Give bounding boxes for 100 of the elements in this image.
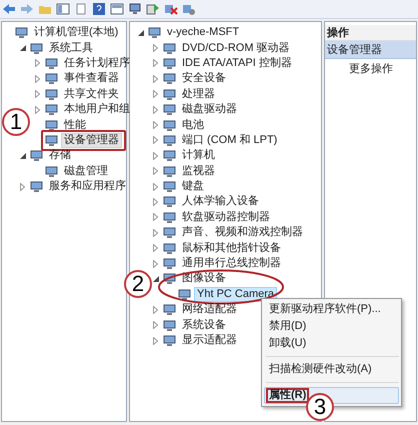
uninstall-icon[interactable] (182, 3, 196, 15)
tree-item[interactable]: 鼠标和其他指针设备 (179, 240, 284, 256)
tree-item[interactable]: 设备管理器 (61, 132, 122, 148)
tree-item[interactable]: 人体学输入设备 (179, 194, 262, 210)
tree-item[interactable]: 计算机 (179, 148, 218, 164)
monitor-icon (163, 42, 176, 55)
tree-item[interactable]: 网络适配器 (179, 302, 240, 318)
expanded-arrow-icon[interactable] (138, 30, 144, 36)
collapsed-arrow-icon[interactable] (153, 228, 158, 237)
tree-item[interactable]: 处理器 (179, 86, 218, 102)
monitor-icon (163, 303, 176, 316)
tree-item[interactable]: 显示适配器 (179, 333, 240, 348)
tree-item[interactable]: 系统工具 (46, 40, 96, 56)
tree-item[interactable]: 存储 (46, 148, 74, 164)
help-icon[interactable] (92, 3, 106, 15)
tree-item[interactable]: 电池 (179, 118, 207, 133)
monitor-icon (30, 180, 43, 194)
collapsed-arrow-icon[interactable] (153, 321, 158, 330)
tree-item[interactable]: v-yeche-MSFT (164, 25, 242, 40)
tree-item[interactable]: 软盘驱动器控制器 (179, 210, 273, 225)
tree-item[interactable]: 声音、视频和游戏控制器 (179, 225, 306, 240)
tree-item[interactable]: 事件查看器 (61, 71, 122, 86)
update-icon[interactable] (146, 3, 160, 15)
expanded-arrow-icon[interactable] (152, 276, 158, 282)
tree-item[interactable]: 任务计划程序 (61, 56, 133, 71)
window-icon[interactable] (110, 3, 124, 15)
tree-item[interactable]: 服务和应用程序 (46, 179, 129, 194)
collapsed-arrow-icon[interactable] (153, 182, 158, 191)
monitor-icon (45, 118, 58, 132)
monitor-icon (163, 242, 176, 255)
monitor-icon (163, 180, 176, 194)
tree-item[interactable]: 磁盘管理 (61, 164, 111, 179)
pane-title: 操作 (325, 25, 416, 41)
tree-item[interactable]: Yht PC Camera (194, 286, 278, 302)
tree-item[interactable]: IDE ATA/ATAPI 控制器 (179, 56, 295, 71)
collapsed-arrow-icon[interactable] (153, 336, 158, 344)
menu-item[interactable]: 卸载(U) (264, 335, 399, 352)
monitor-icon (45, 164, 58, 178)
collapsed-arrow-icon[interactable] (35, 90, 40, 98)
monitor-icon (30, 149, 43, 162)
tree-item[interactable]: 共享文件夹 (61, 86, 122, 102)
collapsed-arrow-icon[interactable] (153, 121, 158, 130)
monitor-icon (163, 56, 176, 70)
forward-arrow-icon[interactable] (20, 3, 34, 15)
tree-item[interactable]: 监视器 (179, 164, 218, 179)
monitor-icon (45, 56, 58, 70)
collapsed-arrow-icon[interactable] (153, 106, 158, 114)
monitor-icon (178, 288, 191, 301)
collapsed-arrow-icon[interactable] (153, 74, 158, 83)
tree-item[interactable]: 端口 (COM 和 LPT) (179, 132, 280, 148)
tree-item[interactable]: 通用串行总线控制器 (179, 256, 284, 272)
collapsed-arrow-icon[interactable] (153, 244, 158, 252)
tree-item[interactable]: 计算机管理(本地) (31, 25, 122, 40)
monitor-icon (163, 210, 176, 224)
collapsed-arrow-icon[interactable] (153, 198, 158, 206)
monitor-icon (163, 149, 176, 162)
monitor-icon (45, 103, 58, 116)
tree-item[interactable]: 磁盘驱动器 (179, 102, 240, 118)
collapsed-arrow-icon[interactable] (35, 59, 40, 68)
collapsed-arrow-icon[interactable] (153, 260, 158, 268)
monitor-icon (163, 164, 176, 178)
collapsed-arrow-icon[interactable] (153, 152, 158, 160)
monitor-icon (45, 88, 58, 101)
expanded-arrow-icon[interactable] (20, 152, 26, 159)
monitor-icon (163, 318, 176, 332)
section-header: 设备管理器 (325, 41, 416, 59)
back-arrow-icon[interactable] (2, 3, 16, 15)
document-icon[interactable] (74, 3, 88, 15)
monitor-icon (30, 42, 43, 55)
monitor-icon (163, 88, 176, 101)
tree-item[interactable]: 系统设备 (179, 318, 229, 333)
monitor-icon (148, 26, 161, 40)
collapsed-arrow-icon[interactable] (35, 106, 40, 114)
monitor-icon (163, 134, 176, 147)
computer-icon[interactable] (128, 3, 142, 15)
monitor-icon (15, 26, 28, 40)
monitor-icon (163, 72, 176, 86)
window-icon[interactable] (56, 3, 70, 15)
tree-item[interactable]: 性能 (61, 118, 89, 133)
tree-item[interactable]: DVD/CD-ROM 驱动器 (179, 40, 293, 56)
collapsed-arrow-icon[interactable] (153, 167, 158, 176)
tree-item[interactable]: 安全设备 (179, 71, 229, 86)
collapsed-arrow-icon[interactable] (153, 44, 158, 52)
action-link[interactable]: 更多操作 (325, 59, 416, 79)
collapsed-arrow-icon[interactable] (20, 182, 25, 191)
menu-item[interactable]: 更新驱动程序软件(P)... (264, 301, 399, 318)
menu-item[interactable]: 扫描检测硬件改动(A) (264, 361, 399, 378)
disable-icon[interactable] (164, 3, 178, 15)
collapsed-arrow-icon[interactable] (153, 213, 158, 222)
collapsed-arrow-icon[interactable] (153, 136, 158, 144)
collapsed-arrow-icon[interactable] (153, 90, 158, 98)
tree-item[interactable]: 键盘 (179, 179, 207, 194)
collapsed-arrow-icon[interactable] (153, 59, 158, 68)
menu-item[interactable]: 禁用(D) (264, 318, 399, 335)
collapsed-arrow-icon[interactable] (35, 74, 40, 83)
monitor-icon (163, 195, 176, 208)
tree-item[interactable]: 本地用户和组 (61, 102, 133, 118)
monitor-icon (45, 72, 58, 86)
expanded-arrow-icon[interactable] (20, 45, 26, 52)
collapsed-arrow-icon[interactable] (153, 306, 158, 314)
